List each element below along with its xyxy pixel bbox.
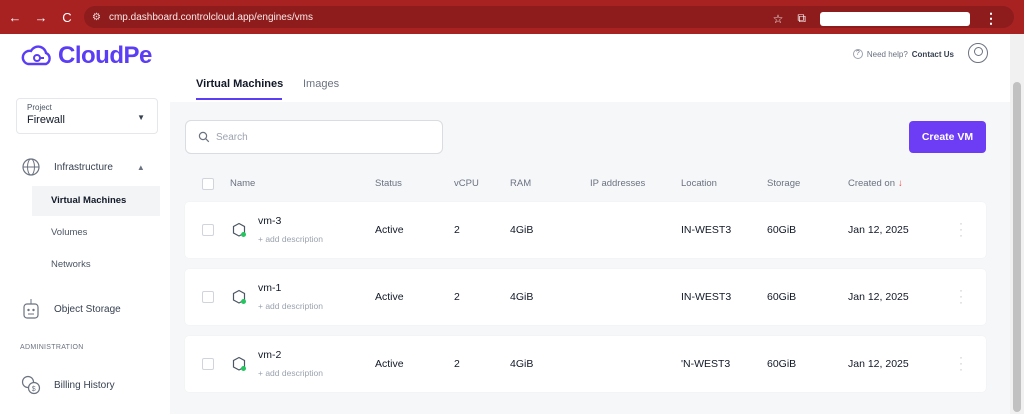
brand-name: CloudPe [58, 42, 152, 69]
tab-virtual-machines[interactable]: Virtual Machines [196, 78, 283, 90]
address-bar[interactable]: ⚙ cmp.dashboard.controlcloud.app/engines… [84, 6, 1014, 28]
sidebar-item-virtual-machines[interactable]: Virtual Machines [32, 186, 160, 216]
infrastructure-label: Infrastructure [54, 161, 113, 173]
vm-location: IN-WEST3 [681, 224, 732, 236]
vm-name[interactable]: vm-1 [258, 282, 281, 294]
vm-vcpu: 2 [454, 224, 460, 236]
vm-created-on: Jan 12, 2025 [848, 224, 909, 236]
sidebar-item-volumes[interactable]: Volumes [32, 218, 160, 248]
browser-menu-icon[interactable]: ⋮ [984, 10, 998, 27]
column-location[interactable]: Location [681, 178, 717, 189]
sidebar: Project Firewall ▼ Infrastructure ▲ Virt… [0, 76, 170, 414]
sidebar-item-object-storage[interactable]: Object Storage [20, 298, 121, 320]
row-checkbox[interactable] [202, 358, 214, 370]
vm-storage: 60GiB [767, 291, 797, 303]
site-info-icon[interactable]: ⚙ [92, 12, 101, 23]
column-created-on[interactable]: Created on ↓ [848, 178, 903, 189]
user-avatar-icon[interactable] [968, 43, 988, 63]
sidebar-item-networks[interactable]: Networks [32, 250, 160, 280]
table-row[interactable]: vm-3 + add description Active 2 4GiB IN-… [185, 202, 986, 258]
vm-name[interactable]: vm-3 [258, 215, 281, 227]
row-checkbox[interactable] [202, 291, 214, 303]
vm-location: 'N-WEST3 [681, 358, 731, 370]
back-button[interactable]: ← [4, 10, 26, 25]
vm-created-on: Jan 12, 2025 [848, 291, 909, 303]
vm-storage: 60GiB [767, 358, 797, 370]
vm-location: IN-WEST3 [681, 291, 732, 303]
main-content: Virtual Machines Images Create VM Name S… [170, 76, 1010, 414]
table-header: Name Status vCPU RAM IP addresses Locati… [185, 170, 985, 198]
table-row[interactable]: vm-2 + add description Active 2 4GiB 'N-… [185, 336, 986, 392]
add-description-link[interactable]: + add description [258, 368, 323, 378]
created-on-label: Created on [848, 178, 896, 189]
tab-images[interactable]: Images [303, 78, 339, 90]
vm-status: Active [375, 291, 404, 303]
kebab-icon[interactable]: · · · [958, 284, 964, 308]
cloud-logo-icon [21, 45, 51, 66]
extension-icon[interactable]: ⧉ [797, 11, 806, 26]
brand-logo[interactable]: CloudPe [20, 42, 152, 70]
column-name[interactable]: Name [230, 178, 255, 189]
vm-ram: 4GiB [510, 224, 534, 236]
row-checkbox[interactable] [202, 224, 214, 236]
page-scrollbar[interactable] [1010, 34, 1024, 414]
scrollbar-thumb[interactable] [1013, 82, 1021, 412]
billing-icon: $ [20, 374, 42, 396]
sidebar-item-billing-history[interactable]: $ Billing History [20, 374, 115, 396]
object-storage-icon [20, 298, 42, 320]
chevron-up-icon: ▲ [136, 162, 145, 172]
help-text: Need help? [866, 49, 908, 59]
vm-ram: 4GiB [510, 291, 534, 303]
contact-us-link[interactable]: Contact Us [912, 50, 954, 59]
svg-text:$: $ [32, 386, 36, 393]
billing-history-label: Billing History [54, 379, 115, 391]
vm-icon [232, 289, 246, 304]
vm-vcpu: 2 [454, 358, 460, 370]
url-text[interactable]: cmp.dashboard.controlcloud.app/engines/v… [109, 12, 313, 23]
administration-heading: ADMINISTRATION [20, 344, 84, 351]
column-status[interactable]: Status [375, 178, 402, 189]
add-description-link[interactable]: + add description [258, 234, 323, 244]
object-storage-label: Object Storage [54, 303, 121, 315]
vm-icon [232, 356, 246, 371]
project-label: Project [27, 103, 52, 112]
project-select[interactable]: Project Firewall ▼ [16, 98, 158, 134]
kebab-icon[interactable]: · · · [958, 217, 964, 241]
profile-chip[interactable] [820, 11, 970, 26]
browser-toolbar: ← → C ⚙ cmp.dashboard.controlcloud.app/e… [0, 0, 1024, 34]
table-row[interactable]: vm-1 + add description Active 2 4GiB IN-… [185, 269, 986, 325]
vm-created-on: Jan 12, 2025 [848, 358, 909, 370]
vm-name[interactable]: vm-2 [258, 349, 281, 361]
search-input[interactable] [216, 131, 416, 143]
tab-bar: Virtual Machines Images [170, 76, 1010, 102]
sidebar-item-infrastructure[interactable]: Infrastructure ▲ [20, 156, 145, 178]
column-storage[interactable]: Storage [767, 178, 800, 189]
column-ram[interactable]: RAM [510, 178, 531, 189]
forward-button[interactable]: → [30, 10, 52, 25]
kebab-icon[interactable]: · · · [958, 351, 964, 375]
star-icon[interactable]: ☆ [773, 12, 784, 26]
project-value: Firewall [27, 114, 65, 126]
vm-status: Active [375, 224, 404, 236]
infrastructure-icon [20, 156, 42, 178]
create-vm-button[interactable]: Create VM [909, 121, 986, 153]
app-header: CloudPe ? Need help? Contact Us [0, 34, 1010, 76]
vm-vcpu: 2 [454, 291, 460, 303]
vm-status: Active [375, 358, 404, 370]
vm-ram: 4GiB [510, 358, 534, 370]
vm-storage: 60GiB [767, 224, 797, 236]
caret-down-icon: ▼ [137, 113, 145, 122]
column-ip-addresses[interactable]: IP addresses [590, 178, 645, 189]
sort-down-icon: ↓ [898, 178, 903, 189]
select-all-checkbox[interactable] [202, 178, 214, 190]
help-link[interactable]: ? Need help? Contact Us [852, 49, 954, 59]
column-vcpu[interactable]: vCPU [454, 178, 479, 189]
vm-icon [232, 222, 246, 237]
reload-button[interactable]: C [56, 10, 78, 25]
search-box[interactable] [185, 120, 443, 154]
active-tab-indicator [196, 98, 282, 100]
help-icon: ? [852, 49, 863, 59]
search-icon [198, 131, 210, 143]
add-description-link[interactable]: + add description [258, 301, 323, 311]
